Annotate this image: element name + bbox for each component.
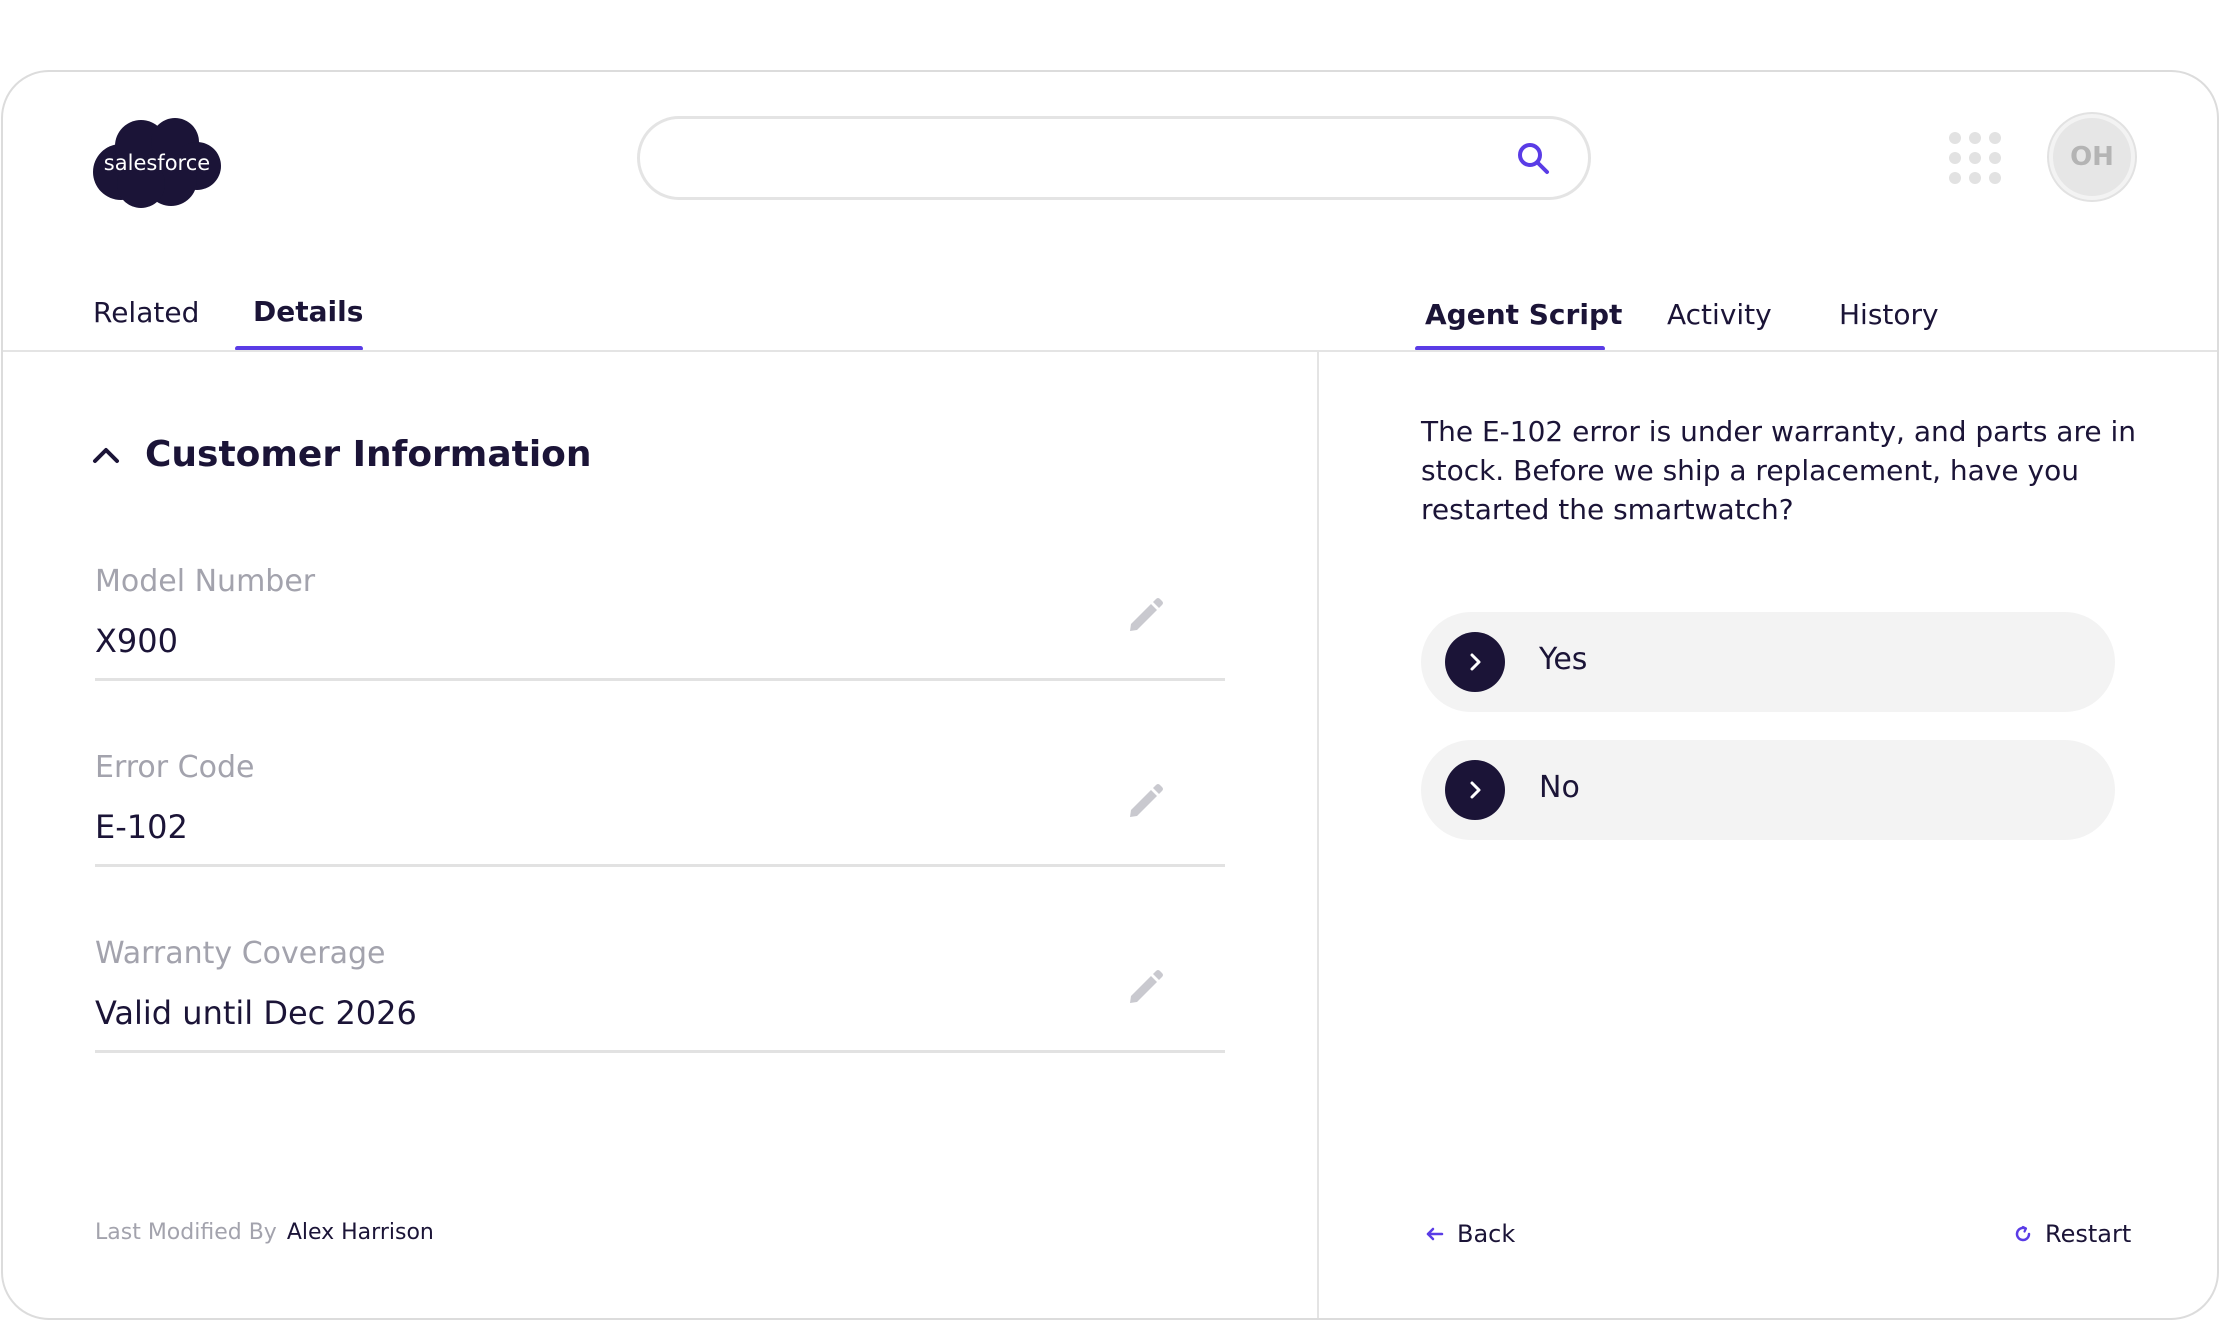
last-modified-label: Last Modified By [95,1220,277,1245]
last-modified: Last Modified By Alex Harrison [95,1220,434,1245]
field-value: Valid until Dec 2026 [95,994,417,1032]
refresh-icon [2015,1225,2031,1242]
chevron-right-icon [1470,781,1481,799]
pencil-icon[interactable] [1125,780,1165,820]
tab-related[interactable]: Related [93,296,199,329]
app-window: salesforce OH Related Details Agent Scri… [1,70,2219,1320]
back-label: Back [1457,1220,1516,1248]
chevron-right-icon [1470,653,1481,671]
field-underline [95,864,1225,867]
agent-script-text: The E-102 error is under warranty, and p… [1421,415,2137,526]
option-yes-button[interactable]: Yes [1421,612,2115,712]
tab-history[interactable]: History [1839,298,1939,331]
restart-label: Restart [2045,1220,2132,1248]
tab-details[interactable]: Details [253,295,363,328]
tabs-divider [3,350,2217,352]
field-label: Error Code [95,750,255,785]
user-avatar[interactable]: OH [2049,114,2135,200]
salesforce-logo[interactable]: salesforce [91,114,223,210]
field-underline [95,678,1225,681]
cloud-logo-icon: salesforce [93,118,221,208]
last-modified-value: Alex Harrison [286,1220,434,1245]
panel-divider [1317,352,1319,1318]
search-icon[interactable] [1516,141,1550,175]
arrow-left-icon [1426,1227,1444,1241]
field-label: Model Number [95,564,316,599]
option-label: No [1539,770,1580,805]
section-title: Customer Information [145,434,592,475]
customer-info-header[interactable]: Customer Information [91,434,592,475]
field-label: Warranty Coverage [95,936,386,971]
search-input[interactable] [670,133,1494,185]
field-warranty-coverage: Warranty Coverage Valid until Dec 2026 [95,936,1225,1066]
tab-activity[interactable]: Activity [1667,298,1772,331]
pencil-icon[interactable] [1125,966,1165,1006]
field-value: E-102 [95,808,188,846]
option-circle [1445,632,1505,692]
search-bar[interactable] [637,116,1591,200]
option-no-button[interactable]: No [1421,740,2115,840]
pencil-icon[interactable] [1125,594,1165,634]
field-value: X900 [95,622,178,660]
back-button[interactable]: Back [1425,1220,1515,1248]
tab-agent-script[interactable]: Agent Script [1425,298,1622,331]
field-underline [95,1050,1225,1053]
option-circle [1445,760,1505,820]
restart-button[interactable]: Restart [2013,1220,2131,1248]
chevron-up-icon[interactable] [91,440,121,470]
apps-grid-icon[interactable] [1947,130,2003,186]
option-label: Yes [1539,642,1588,677]
field-model-number: Model Number X900 [95,564,1225,694]
logo-text: salesforce [104,151,210,175]
field-error-code: Error Code E-102 [95,750,1225,880]
